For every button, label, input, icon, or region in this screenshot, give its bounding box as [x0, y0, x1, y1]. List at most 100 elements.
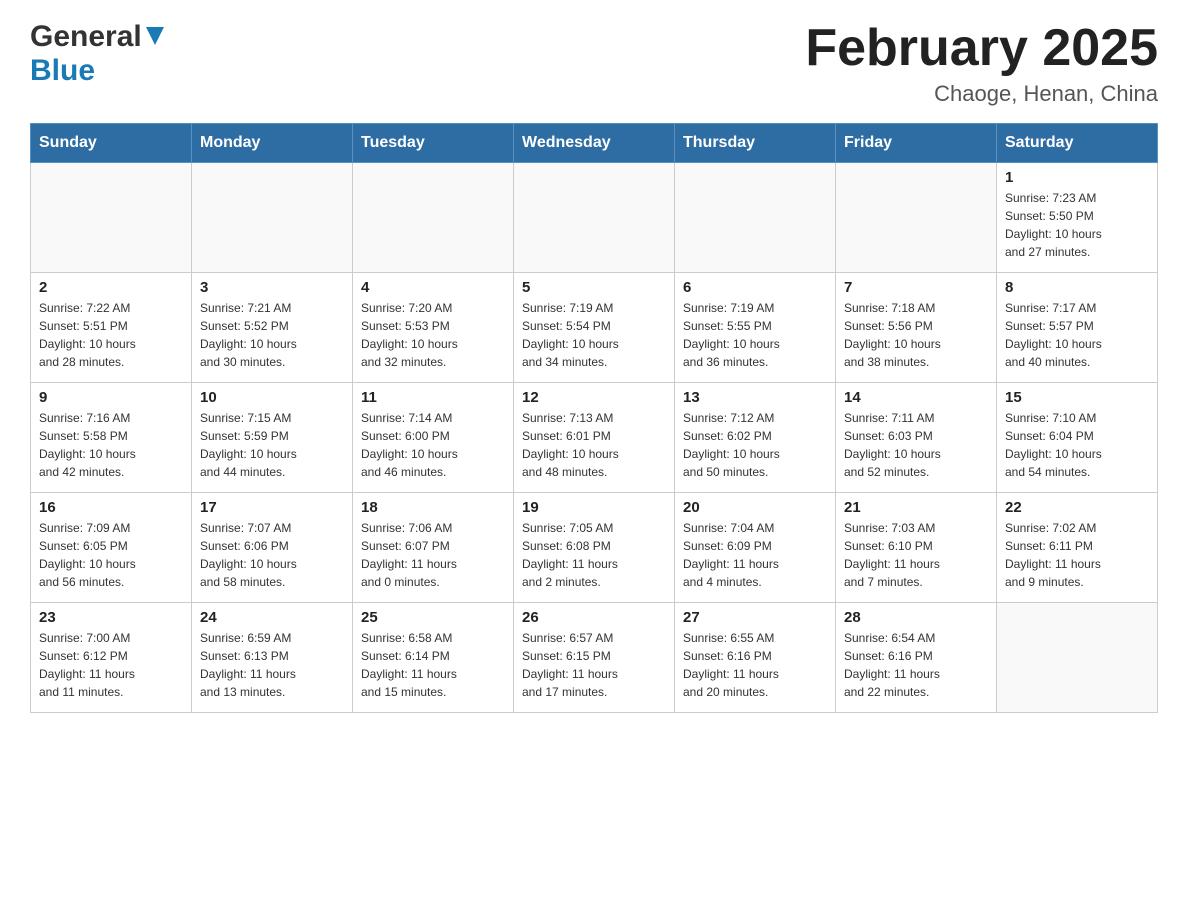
table-row: 28 Sunrise: 6:54 AM Sunset: 6:16 PM Dayli… [836, 603, 997, 713]
table-row: 13 Sunrise: 7:12 AM Sunset: 6:02 PM Dayli… [675, 383, 836, 493]
table-row: 19Sunrise: 7:05 AM Sunset: 6:08 PM Dayli… [514, 493, 675, 603]
table-row: 20 Sunrise: 7:04 AM Sunset: 6:09 PM Dayli… [675, 493, 836, 603]
table-row: 24 Sunrise: 6:59 AM Sunset: 6:13 PM Dayli… [192, 603, 353, 713]
header-sunday: Sunday [31, 124, 192, 163]
table-row: 12 Sunrise: 7:13 AM Sunset: 6:01 PM Dayli… [514, 383, 675, 493]
day-number: 10 [200, 389, 344, 406]
table-row: 9Sunrise: 7:16 AM Sunset: 5:58 PM Daylig… [31, 383, 192, 493]
logo-arrow-icon [144, 27, 164, 47]
table-row: 3 Sunrise: 7:21 AM Sunset: 5:52 PM Daylig… [192, 273, 353, 383]
header-wednesday: Wednesday [514, 124, 675, 163]
table-row: 7 Sunrise: 7:18 AM Sunset: 5:56 PM Daylig… [836, 273, 997, 383]
table-row [997, 603, 1158, 713]
table-row: 5 Sunrise: 7:19 AM Sunset: 5:54 PM Daylig… [514, 273, 675, 383]
table-row: 25 Sunrise: 6:58 AM Sunset: 6:14 PM Dayli… [353, 603, 514, 713]
header-thursday: Thursday [675, 124, 836, 163]
day-info: Sunrise: 6:59 AM Sunset: 6:13 PM Dayligh… [200, 629, 344, 701]
day-number: 15 [1005, 389, 1149, 406]
calendar-week-row: 1 Sunrise: 7:23 AM Sunset: 5:50 PM Daylig… [31, 163, 1158, 273]
calendar-week-row: 23Sunrise: 7:00 AM Sunset: 6:12 PM Dayli… [31, 603, 1158, 713]
table-row: 1 Sunrise: 7:23 AM Sunset: 5:50 PM Daylig… [997, 163, 1158, 273]
table-row [192, 163, 353, 273]
logo-blue: Blue [30, 54, 95, 87]
header-friday: Friday [836, 124, 997, 163]
day-number: 20 [683, 499, 827, 516]
day-number: 27 [683, 609, 827, 626]
day-info: Sunrise: 6:55 AM Sunset: 6:16 PM Dayligh… [683, 629, 827, 701]
day-number: 3 [200, 279, 344, 296]
day-number: 7 [844, 279, 988, 296]
day-info: Sunrise: 6:58 AM Sunset: 6:14 PM Dayligh… [361, 629, 505, 701]
day-info: Sunrise: 7:15 AM Sunset: 5:59 PM Dayligh… [200, 409, 344, 481]
day-info: Sunrise: 7:21 AM Sunset: 5:52 PM Dayligh… [200, 299, 344, 371]
table-row: 27 Sunrise: 6:55 AM Sunset: 6:16 PM Dayli… [675, 603, 836, 713]
day-info: Sunrise: 7:22 AM Sunset: 5:51 PM Dayligh… [39, 299, 183, 371]
table-row: 10 Sunrise: 7:15 AM Sunset: 5:59 PM Dayli… [192, 383, 353, 493]
header-tuesday: Tuesday [353, 124, 514, 163]
day-number: 14 [844, 389, 988, 406]
day-number: 22 [1005, 499, 1149, 516]
day-info: Sunrise: 7:13 AM Sunset: 6:01 PM Dayligh… [522, 409, 666, 481]
day-number: 4 [361, 279, 505, 296]
table-row: 22 Sunrise: 7:02 AM Sunset: 6:11 PM Dayli… [997, 493, 1158, 603]
day-info: Sunrise: 7:02 AM Sunset: 6:11 PM Dayligh… [1005, 519, 1149, 591]
table-row: 17Sunrise: 7:07 AM Sunset: 6:06 PM Dayli… [192, 493, 353, 603]
header-monday: Monday [192, 124, 353, 163]
weekday-header-row: Sunday Monday Tuesday Wednesday Thursday… [31, 124, 1158, 163]
location-subtitle: Chaoge, Henan, China [805, 81, 1158, 107]
day-number: 23 [39, 609, 183, 626]
day-number: 2 [39, 279, 183, 296]
table-row: 6 Sunrise: 7:19 AM Sunset: 5:55 PM Daylig… [675, 273, 836, 383]
day-info: Sunrise: 7:10 AM Sunset: 6:04 PM Dayligh… [1005, 409, 1149, 481]
logo-general: General [30, 20, 142, 54]
table-row: 2 Sunrise: 7:22 AM Sunset: 5:51 PM Daylig… [31, 273, 192, 383]
day-info: Sunrise: 7:09 AM Sunset: 6:05 PM Dayligh… [39, 519, 183, 591]
logo: General Blue [30, 20, 164, 88]
month-title: February 2025 [805, 20, 1158, 77]
day-number: 28 [844, 609, 988, 626]
table-row: 26 Sunrise: 6:57 AM Sunset: 6:15 PM Dayli… [514, 603, 675, 713]
day-info: Sunrise: 7:20 AM Sunset: 5:53 PM Dayligh… [361, 299, 505, 371]
day-number: 24 [200, 609, 344, 626]
day-info: Sunrise: 7:04 AM Sunset: 6:09 PM Dayligh… [683, 519, 827, 591]
table-row: 16 Sunrise: 7:09 AM Sunset: 6:05 PM Dayli… [31, 493, 192, 603]
table-row: 14 Sunrise: 7:11 AM Sunset: 6:03 PM Dayli… [836, 383, 997, 493]
day-number: 6 [683, 279, 827, 296]
day-info: Sunrise: 7:19 AM Sunset: 5:54 PM Dayligh… [522, 299, 666, 371]
day-number: 16 [39, 499, 183, 516]
day-number: 26 [522, 609, 666, 626]
day-number: 17 [200, 499, 344, 516]
day-info: Sunrise: 7:06 AM Sunset: 6:07 PM Dayligh… [361, 519, 505, 591]
day-number: 12 [522, 389, 666, 406]
day-info: Sunrise: 7:11 AM Sunset: 6:03 PM Dayligh… [844, 409, 988, 481]
day-number: 19 [522, 499, 666, 516]
day-number: 8 [1005, 279, 1149, 296]
table-row: 8 Sunrise: 7:17 AM Sunset: 5:57 PM Daylig… [997, 273, 1158, 383]
day-info: Sunrise: 7:16 AM Sunset: 5:58 PM Dayligh… [39, 409, 183, 481]
table-row: 15 Sunrise: 7:10 AM Sunset: 6:04 PM Dayli… [997, 383, 1158, 493]
table-row [31, 163, 192, 273]
day-number: 13 [683, 389, 827, 406]
day-info: Sunrise: 7:17 AM Sunset: 5:57 PM Dayligh… [1005, 299, 1149, 371]
table-row [675, 163, 836, 273]
day-info: Sunrise: 7:14 AM Sunset: 6:00 PM Dayligh… [361, 409, 505, 481]
table-row [514, 163, 675, 273]
day-number: 25 [361, 609, 505, 626]
day-number: 18 [361, 499, 505, 516]
table-row: 23Sunrise: 7:00 AM Sunset: 6:12 PM Dayli… [31, 603, 192, 713]
day-info: Sunrise: 7:03 AM Sunset: 6:10 PM Dayligh… [844, 519, 988, 591]
day-info: Sunrise: 7:12 AM Sunset: 6:02 PM Dayligh… [683, 409, 827, 481]
title-area: February 2025 Chaoge, Henan, China [805, 20, 1158, 107]
day-number: 11 [361, 389, 505, 406]
page-header: General Blue February 2025 Chaoge, Henan… [30, 20, 1158, 107]
day-number: 5 [522, 279, 666, 296]
day-info: Sunrise: 6:57 AM Sunset: 6:15 PM Dayligh… [522, 629, 666, 701]
table-row: 11 Sunrise: 7:14 AM Sunset: 6:00 PM Dayli… [353, 383, 514, 493]
day-info: Sunrise: 7:19 AM Sunset: 5:55 PM Dayligh… [683, 299, 827, 371]
day-info: Sunrise: 6:54 AM Sunset: 6:16 PM Dayligh… [844, 629, 988, 701]
day-info: Sunrise: 7:23 AM Sunset: 5:50 PM Dayligh… [1005, 189, 1149, 261]
calendar-week-row: 16 Sunrise: 7:09 AM Sunset: 6:05 PM Dayli… [31, 493, 1158, 603]
day-info: Sunrise: 7:18 AM Sunset: 5:56 PM Dayligh… [844, 299, 988, 371]
table-row: 4 Sunrise: 7:20 AM Sunset: 5:53 PM Daylig… [353, 273, 514, 383]
day-number: 1 [1005, 169, 1149, 186]
